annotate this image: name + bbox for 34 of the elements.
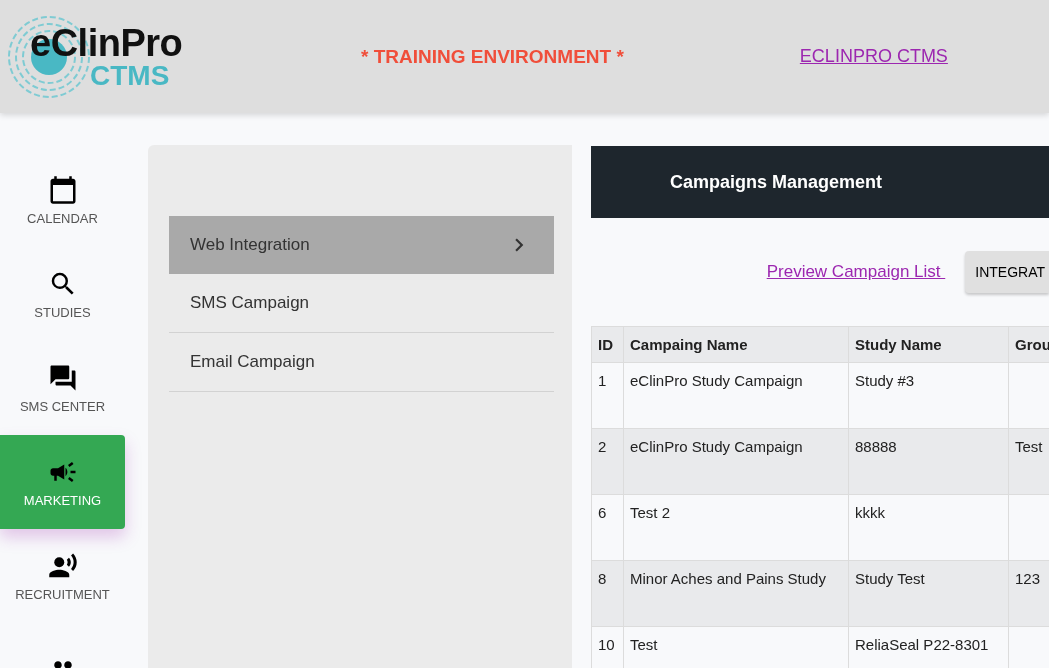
submenu-label: Email Campaign	[190, 352, 315, 372]
table-cell: 6	[591, 494, 624, 561]
table-cell: Study Test	[848, 560, 1009, 627]
table-cell: 88888	[848, 428, 1009, 495]
table-cell: 1	[591, 362, 624, 429]
submenu-item[interactable]: SMS Campaign	[169, 274, 554, 333]
column-header: Study Name	[848, 326, 1009, 363]
environment-notice: * TRAINING ENVIRONMENT *	[361, 45, 624, 68]
integrate-button[interactable]: INTEGRAT	[965, 251, 1049, 293]
logo-wordmark: eClinPro	[30, 23, 183, 62]
sidebar-item[interactable]: RECRUITMENT	[0, 529, 125, 623]
table-cell: kkkk	[848, 494, 1009, 561]
page-title: Campaigns Management	[670, 171, 883, 193]
table-cell: 2	[591, 428, 624, 495]
submenu-item[interactable]: Email Campaign	[169, 333, 554, 392]
sidebar-item[interactable]: CALENDAR	[0, 153, 125, 247]
sidebar-item[interactable]: SMS CENTER	[0, 341, 125, 435]
table-cell: eClinPro Study Campaign	[623, 362, 849, 429]
app-link[interactable]: ECLINPRO CTMS	[799, 46, 948, 67]
table-cell: eClinPro Study Campaign	[623, 428, 849, 495]
table-cell: Test 2	[623, 494, 849, 561]
column-header: Grou	[1008, 326, 1049, 363]
submenu-label: Web Integration	[190, 235, 310, 255]
logo-product-name: CTMS	[90, 61, 171, 90]
submenu-label: SMS Campaign	[190, 293, 310, 313]
sidebar-item[interactable]: STUDIES	[0, 247, 125, 341]
table-cell: 8	[591, 560, 624, 627]
preview-link[interactable]: Preview Campaign List	[766, 262, 946, 282]
table-cell: Minor Aches and Pains Study	[623, 560, 849, 627]
table-cell: 10	[591, 626, 624, 668]
column-header: Campaing Name	[623, 326, 849, 363]
column-header: ID	[591, 326, 624, 363]
submenu-item[interactable]: Web Integration	[169, 216, 554, 274]
table-cell: Study #3	[848, 362, 1009, 429]
